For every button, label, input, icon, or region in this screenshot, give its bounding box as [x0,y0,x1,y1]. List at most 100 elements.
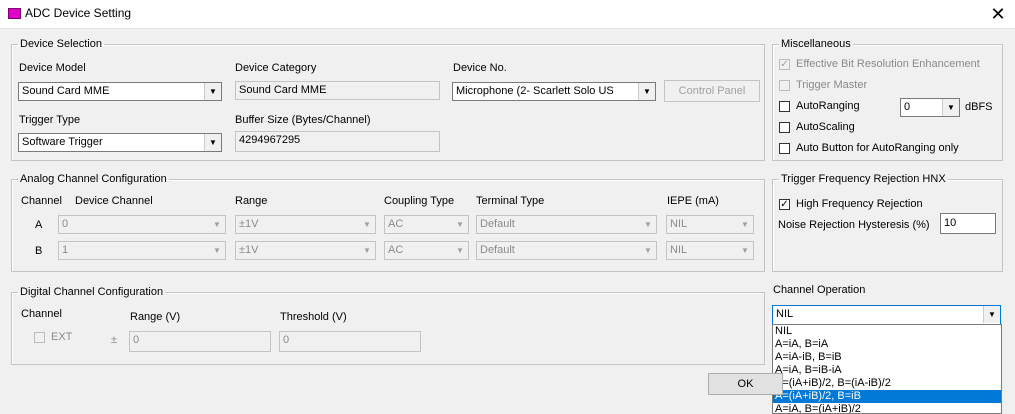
dropdown-option[interactable]: A=iA, B=iA [773,338,1001,351]
coupling-b-value: AC [388,244,404,256]
ok-button[interactable]: OK [708,373,783,395]
ebre-checkbox[interactable]: ✓ [779,59,790,70]
noise-rejection-label: Noise Rejection Hysteresis (%) [778,219,930,231]
ext-checkbox[interactable] [34,332,45,343]
terminal-b-select[interactable]: Default ▼ [476,241,657,260]
trigger-master-checkbox[interactable] [779,80,790,91]
dropdown-option[interactable]: A=iA, B=(iA+iB)/2 [773,403,1001,413]
digital-channel-legend: Digital Channel Configuration [20,286,164,298]
iepe-header: IEPE (mA) [667,195,719,207]
analog-channel-legend: Analog Channel Configuration [20,173,167,185]
chevron-down-icon[interactable]: ▼ [209,216,225,233]
close-icon[interactable]: ✕ [986,2,1010,26]
range-b-value: ±1V [239,244,259,256]
chevron-down-icon[interactable]: ▼ [640,216,656,233]
hfr-checkbox[interactable]: ✓ [779,199,790,210]
coupling-b-select[interactable]: AC ▼ [384,241,469,260]
chevron-down-icon[interactable]: ▼ [204,134,221,151]
terminal-type-header: Terminal Type [476,195,545,207]
device-channel-b-select[interactable]: 1 ▼ [58,241,226,260]
device-selection-legend: Device Selection [20,38,102,50]
terminal-a-select[interactable]: Default ▼ [476,215,657,234]
plus-minus-label: ± [111,334,118,346]
miscellaneous-legend: Miscellaneous [781,38,851,50]
coupling-a-value: AC [388,218,404,230]
digital-channel-label: Channel [21,308,62,320]
analog-channel-header: Channel [21,195,62,207]
chevron-down-icon[interactable]: ▼ [737,216,753,233]
device-no-value: Microphone (2- Scarlett Solo US [456,85,614,97]
device-channel-a-select[interactable]: 0 ▼ [58,215,226,234]
range-header: Range [235,195,268,207]
analog-row-a-label: A [35,219,43,231]
channel-operation-label: Channel Operation [773,284,866,296]
range-a-value: ±1V [239,218,259,230]
chevron-down-icon[interactable]: ▼ [640,242,656,259]
chevron-down-icon[interactable]: ▼ [452,216,468,233]
dropdown-option[interactable]: A=iA, B=iB-iA [773,364,1001,377]
autoranging-select[interactable]: 0 ▼ [900,98,960,117]
window-title: ADC Device Setting [25,6,132,20]
channel-operation-select[interactable]: NIL ▼ [772,305,1001,325]
channel-operation-dropdown: NIL A=iA, B=iA A=iA-iB, B=iB A=iA, B=iB-… [772,324,1002,414]
app-icon [8,8,21,19]
auto-button-label: Auto Button for AutoRanging only [796,142,959,154]
chevron-down-icon[interactable]: ▼ [204,83,221,100]
chevron-down-icon[interactable]: ▼ [638,83,655,100]
control-panel-button[interactable]: Control Panel [664,80,760,102]
channel-operation-value: NIL [776,308,794,320]
iepe-b-value: NIL [670,244,688,256]
device-category-field: Sound Card MME [235,81,440,100]
autoranging-label: AutoRanging [796,100,860,112]
autoscaling-label: AutoScaling [796,121,855,133]
range-a-select[interactable]: ±1V ▼ [235,215,376,234]
hfr-label: High Frequency Rejection [796,198,923,210]
chevron-down-icon[interactable]: ▼ [209,242,225,259]
chevron-down-icon[interactable]: ▼ [737,242,753,259]
digital-range-field[interactable]: 0 [129,331,271,352]
ebre-label: Effective Bit Resolution Enhancement [796,58,980,70]
trigger-type-select[interactable]: Software Trigger ▼ [18,133,222,152]
device-model-select[interactable]: Sound Card MME ▼ [18,82,222,101]
dropdown-option[interactable]: A=iA-iB, B=iB [773,351,1001,364]
threshold-label: Threshold (V) [280,311,347,323]
device-model-label: Device Model [19,62,86,74]
terminal-a-value: Default [480,218,515,230]
auto-button-checkbox[interactable] [779,143,790,154]
trigger-type-value: Software Trigger [22,136,103,148]
device-no-select[interactable]: Microphone (2- Scarlett Solo US ▼ [452,82,656,101]
dropdown-option[interactable]: NIL [773,325,1001,338]
chevron-down-icon[interactable]: ▼ [359,216,375,233]
buffer-size-label: Buffer Size (Bytes/Channel) [235,114,371,126]
noise-rejection-input[interactable]: 10 [940,213,996,234]
device-channel-header: Device Channel [75,195,153,207]
iepe-b-select[interactable]: NIL ▼ [666,241,754,260]
range-b-select[interactable]: ±1V ▼ [235,241,376,260]
autoranging-checkbox[interactable] [779,101,790,112]
digital-channel-group: Digital Channel Configuration [11,286,765,365]
chevron-down-icon[interactable]: ▼ [359,242,375,259]
device-model-value: Sound Card MME [22,85,110,97]
ext-label: EXT [51,331,73,343]
chevron-down-icon[interactable]: ▼ [452,242,468,259]
trigger-type-label: Trigger Type [19,114,81,126]
terminal-b-value: Default [480,244,515,256]
dropdown-option-selected[interactable]: A=(iA+iB)/2, B=iB [773,390,1001,403]
device-no-label: Device No. [453,62,507,74]
iepe-a-value: NIL [670,218,688,230]
iepe-a-select[interactable]: NIL ▼ [666,215,754,234]
device-channel-b-value: 1 [62,244,69,256]
analog-row-b-label: B [35,245,43,257]
coupling-a-select[interactable]: AC ▼ [384,215,469,234]
chevron-down-icon[interactable]: ▼ [942,99,959,116]
title-bar: ADC Device Setting ✕ [0,0,1015,29]
coupling-type-header: Coupling Type [384,195,455,207]
threshold-field[interactable]: 0 [279,331,421,352]
autoscaling-checkbox[interactable] [779,122,790,133]
hnx-legend: Trigger Frequency Rejection HNX [781,173,946,185]
dropdown-option[interactable]: A=(iA+iB)/2, B=(iA-iB)/2 [773,377,1001,390]
trigger-master-label: Trigger Master [796,79,868,91]
device-category-label: Device Category [235,62,317,74]
chevron-down-icon[interactable]: ▼ [983,306,1000,323]
buffer-size-field: 4294967295 [235,131,440,152]
